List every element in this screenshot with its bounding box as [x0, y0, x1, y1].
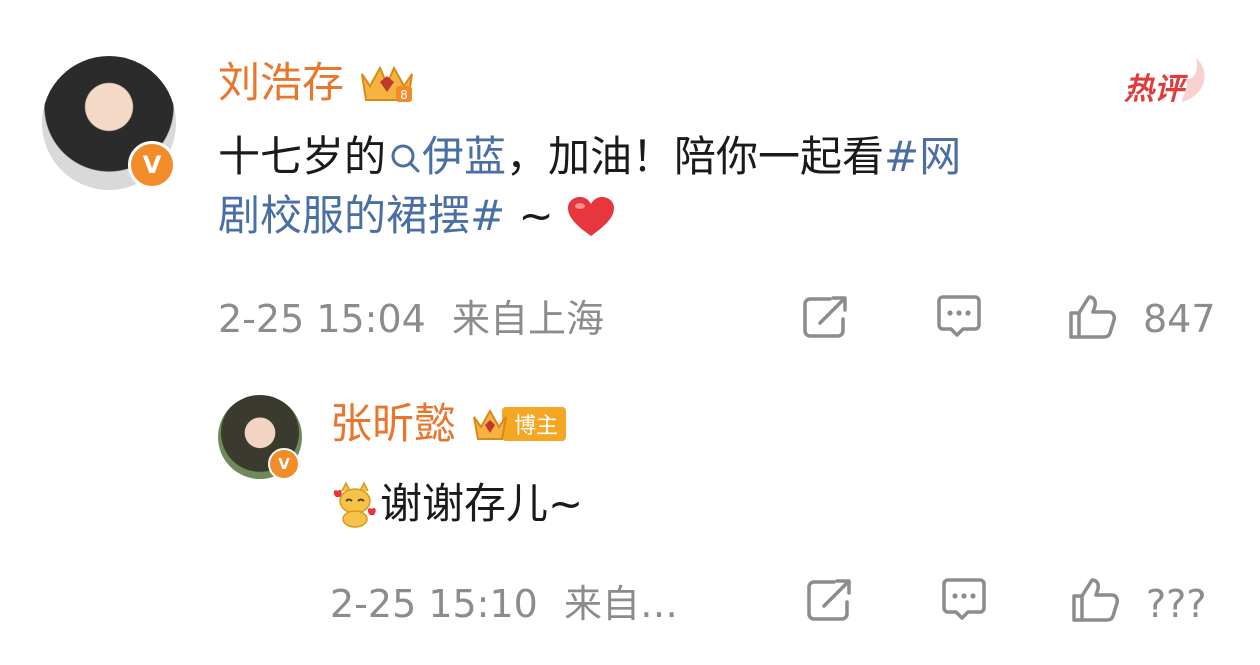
reply-location: 来自… — [563, 582, 678, 626]
blogger-badge-label: 博主 — [502, 407, 567, 441]
timestamp: 2-25 15:04 — [218, 297, 426, 341]
hashtag-link-part2[interactable]: 剧校服的裙摆# — [218, 191, 505, 240]
reply-timestamp: 2-25 15:10 — [330, 582, 538, 626]
reply-text-line: 谢谢存儿~ — [330, 474, 583, 533]
hashtag-link-part1[interactable]: #网 — [884, 132, 961, 181]
comment-header: 刘浩存 8 — [218, 60, 418, 106]
share-icon[interactable] — [800, 293, 852, 341]
reply-header: 张昕懿 博主 — [330, 403, 567, 445]
svg-text:8: 8 — [400, 88, 408, 102]
comment-icon[interactable] — [933, 293, 985, 341]
reply-username[interactable]: 张昕懿 — [330, 403, 456, 445]
comment-text-part2: ，加油！陪你一起看 — [506, 132, 885, 181]
reply-meta: 2-25 15:10 来自… — [330, 585, 678, 623]
comment-text-part1: 十七岁的 — [218, 132, 387, 181]
reply-verified-badge-icon: V — [268, 448, 300, 480]
comment-line-2: 剧校服的裙摆# ~ — [218, 186, 961, 245]
comment-line-1: 十七岁的 伊蓝，加油！陪你一起看#网 — [218, 127, 961, 186]
reply-like-icon[interactable] — [1070, 576, 1122, 624]
search-icon — [391, 144, 420, 173]
heart-emoji-icon — [567, 197, 614, 236]
comment-meta: 2-25 15:04 来自上海 — [218, 300, 604, 338]
blogger-badge: 博主 — [470, 405, 567, 443]
comment-text-tail: ~ — [505, 191, 554, 240]
like-count: 847 — [1143, 297, 1216, 341]
reply-share-icon[interactable] — [804, 576, 856, 624]
username[interactable]: 刘浩存 — [218, 62, 344, 104]
hot-comment-label: 热评 — [1124, 72, 1184, 107]
hot-comment-badge: 热评 — [1124, 58, 1212, 107]
reply-comment-icon[interactable] — [938, 576, 990, 624]
location: 来自上海 — [451, 297, 604, 341]
comment-text: 十七岁的 伊蓝，加油！陪你一起看#网 剧校服的裙摆# ~ — [218, 127, 961, 245]
mention-link[interactable]: 伊蓝 — [422, 132, 506, 181]
reply-text: 谢谢存儿~ — [380, 479, 584, 528]
cat-sticker-emoji-icon — [333, 480, 376, 528]
crown-icon — [473, 408, 507, 440]
verified-badge-icon: V — [128, 141, 176, 189]
crown-level-8-icon: 8 — [361, 65, 414, 102]
like-icon[interactable] — [1067, 293, 1119, 341]
reply-like-count: ??? — [1146, 582, 1207, 626]
